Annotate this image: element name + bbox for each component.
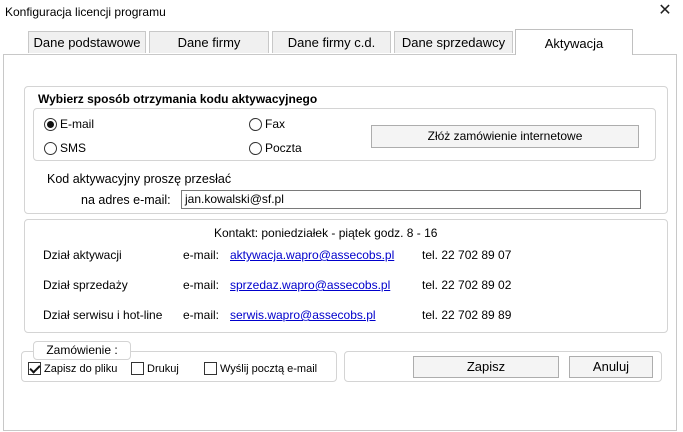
checkbox-print[interactable]: Drukuj bbox=[131, 362, 179, 375]
radio-poczta[interactable]: Poczta bbox=[249, 141, 302, 155]
contacts-header: Kontakt: poniedziałek - piątek godz. 8 -… bbox=[214, 226, 438, 240]
close-icon[interactable]: ✕ bbox=[657, 3, 673, 19]
dept-service: Dział serwisu i hot-line bbox=[43, 308, 163, 322]
email-label: e-mail: bbox=[183, 248, 220, 262]
phone-service: tel. 22 702 89 89 bbox=[422, 308, 512, 322]
tab-dane-firmy[interactable]: Dane firmy bbox=[149, 31, 269, 53]
send-label-line1: Kod aktywacyjny proszę przesłać bbox=[47, 172, 232, 186]
radio-email[interactable]: E-mail bbox=[44, 117, 94, 131]
tab-label: Dane sprzedawcy bbox=[401, 35, 506, 50]
checkbox-save-to-file[interactable]: Zapisz do pliku bbox=[28, 362, 117, 375]
save-button[interactable]: Zapisz bbox=[413, 356, 559, 378]
radio-email-label: E-mail bbox=[60, 117, 95, 131]
radio-sms-label: SMS bbox=[60, 141, 87, 155]
email-label: e-mail: bbox=[183, 278, 220, 292]
tab-dane-podstawowe[interactable]: Dane podstawowe bbox=[28, 31, 146, 53]
email-link-service[interactable]: serwis.wapro@assecobs.pl bbox=[230, 308, 376, 322]
checkbox-print-box[interactable] bbox=[131, 362, 144, 375]
radio-poczta-indicator[interactable] bbox=[249, 141, 262, 155]
radio-sms[interactable]: SMS bbox=[44, 141, 86, 155]
email-link-sales[interactable]: sprzedaz.wapro@assecobs.pl bbox=[230, 278, 390, 292]
checkbox-send-email-label: Wyślij pocztą e-mail bbox=[220, 362, 318, 375]
radio-sms-indicator[interactable] bbox=[44, 141, 57, 155]
checkbox-send-email-box[interactable] bbox=[204, 362, 217, 375]
dept-activation: Dział aktywacji bbox=[43, 248, 122, 262]
checkbox-print-label: Drukuj bbox=[147, 362, 179, 375]
radio-fax-label: Fax bbox=[265, 117, 286, 131]
checkbox-save-to-file-box[interactable] bbox=[28, 362, 41, 375]
email-label: e-mail: bbox=[183, 308, 220, 322]
radio-email-indicator[interactable] bbox=[44, 117, 57, 131]
tab-dane-sprzedawcy[interactable]: Dane sprzedawcy bbox=[394, 31, 513, 53]
phone-activation: tel. 22 702 89 07 bbox=[422, 248, 512, 262]
radio-fax[interactable]: Fax bbox=[249, 117, 285, 131]
tab-label: Dane podstawowe bbox=[33, 35, 141, 50]
checkbox-send-email[interactable]: Wyślij pocztą e-mail bbox=[204, 362, 317, 375]
order-group-title: Zamówienie : bbox=[33, 341, 131, 360]
phone-sales: tel. 22 702 89 02 bbox=[422, 278, 512, 292]
window-title: Konfiguracja licencji programu bbox=[5, 5, 166, 19]
activation-group-title: Wybierz sposób otrzymania kodu aktywacyj… bbox=[38, 92, 318, 106]
radio-fax-indicator[interactable] bbox=[249, 117, 262, 131]
tab-label: Dane firmy bbox=[177, 35, 241, 50]
cancel-button[interactable]: Anuluj bbox=[569, 356, 653, 378]
checkbox-save-to-file-label: Zapisz do pliku bbox=[44, 362, 118, 375]
email-link-activation[interactable]: aktywacja.wapro@assecobs.pl bbox=[230, 248, 394, 262]
radio-poczta-label: Poczta bbox=[265, 141, 302, 155]
dept-sales: Dział sprzedaży bbox=[43, 278, 128, 292]
tab-label: Dane firmy c.d. bbox=[287, 35, 376, 50]
tab-dane-firmy-cd[interactable]: Dane firmy c.d. bbox=[272, 31, 391, 53]
order-online-button[interactable]: Złóż zamówienie internetowe bbox=[371, 125, 639, 148]
send-label-line2: na adres e-mail: bbox=[81, 193, 171, 207]
email-field[interactable]: jan.kowalski@sf.pl bbox=[181, 190, 641, 209]
tab-label: Aktywacja bbox=[544, 36, 604, 51]
tab-aktywacja[interactable]: Aktywacja bbox=[515, 29, 633, 55]
